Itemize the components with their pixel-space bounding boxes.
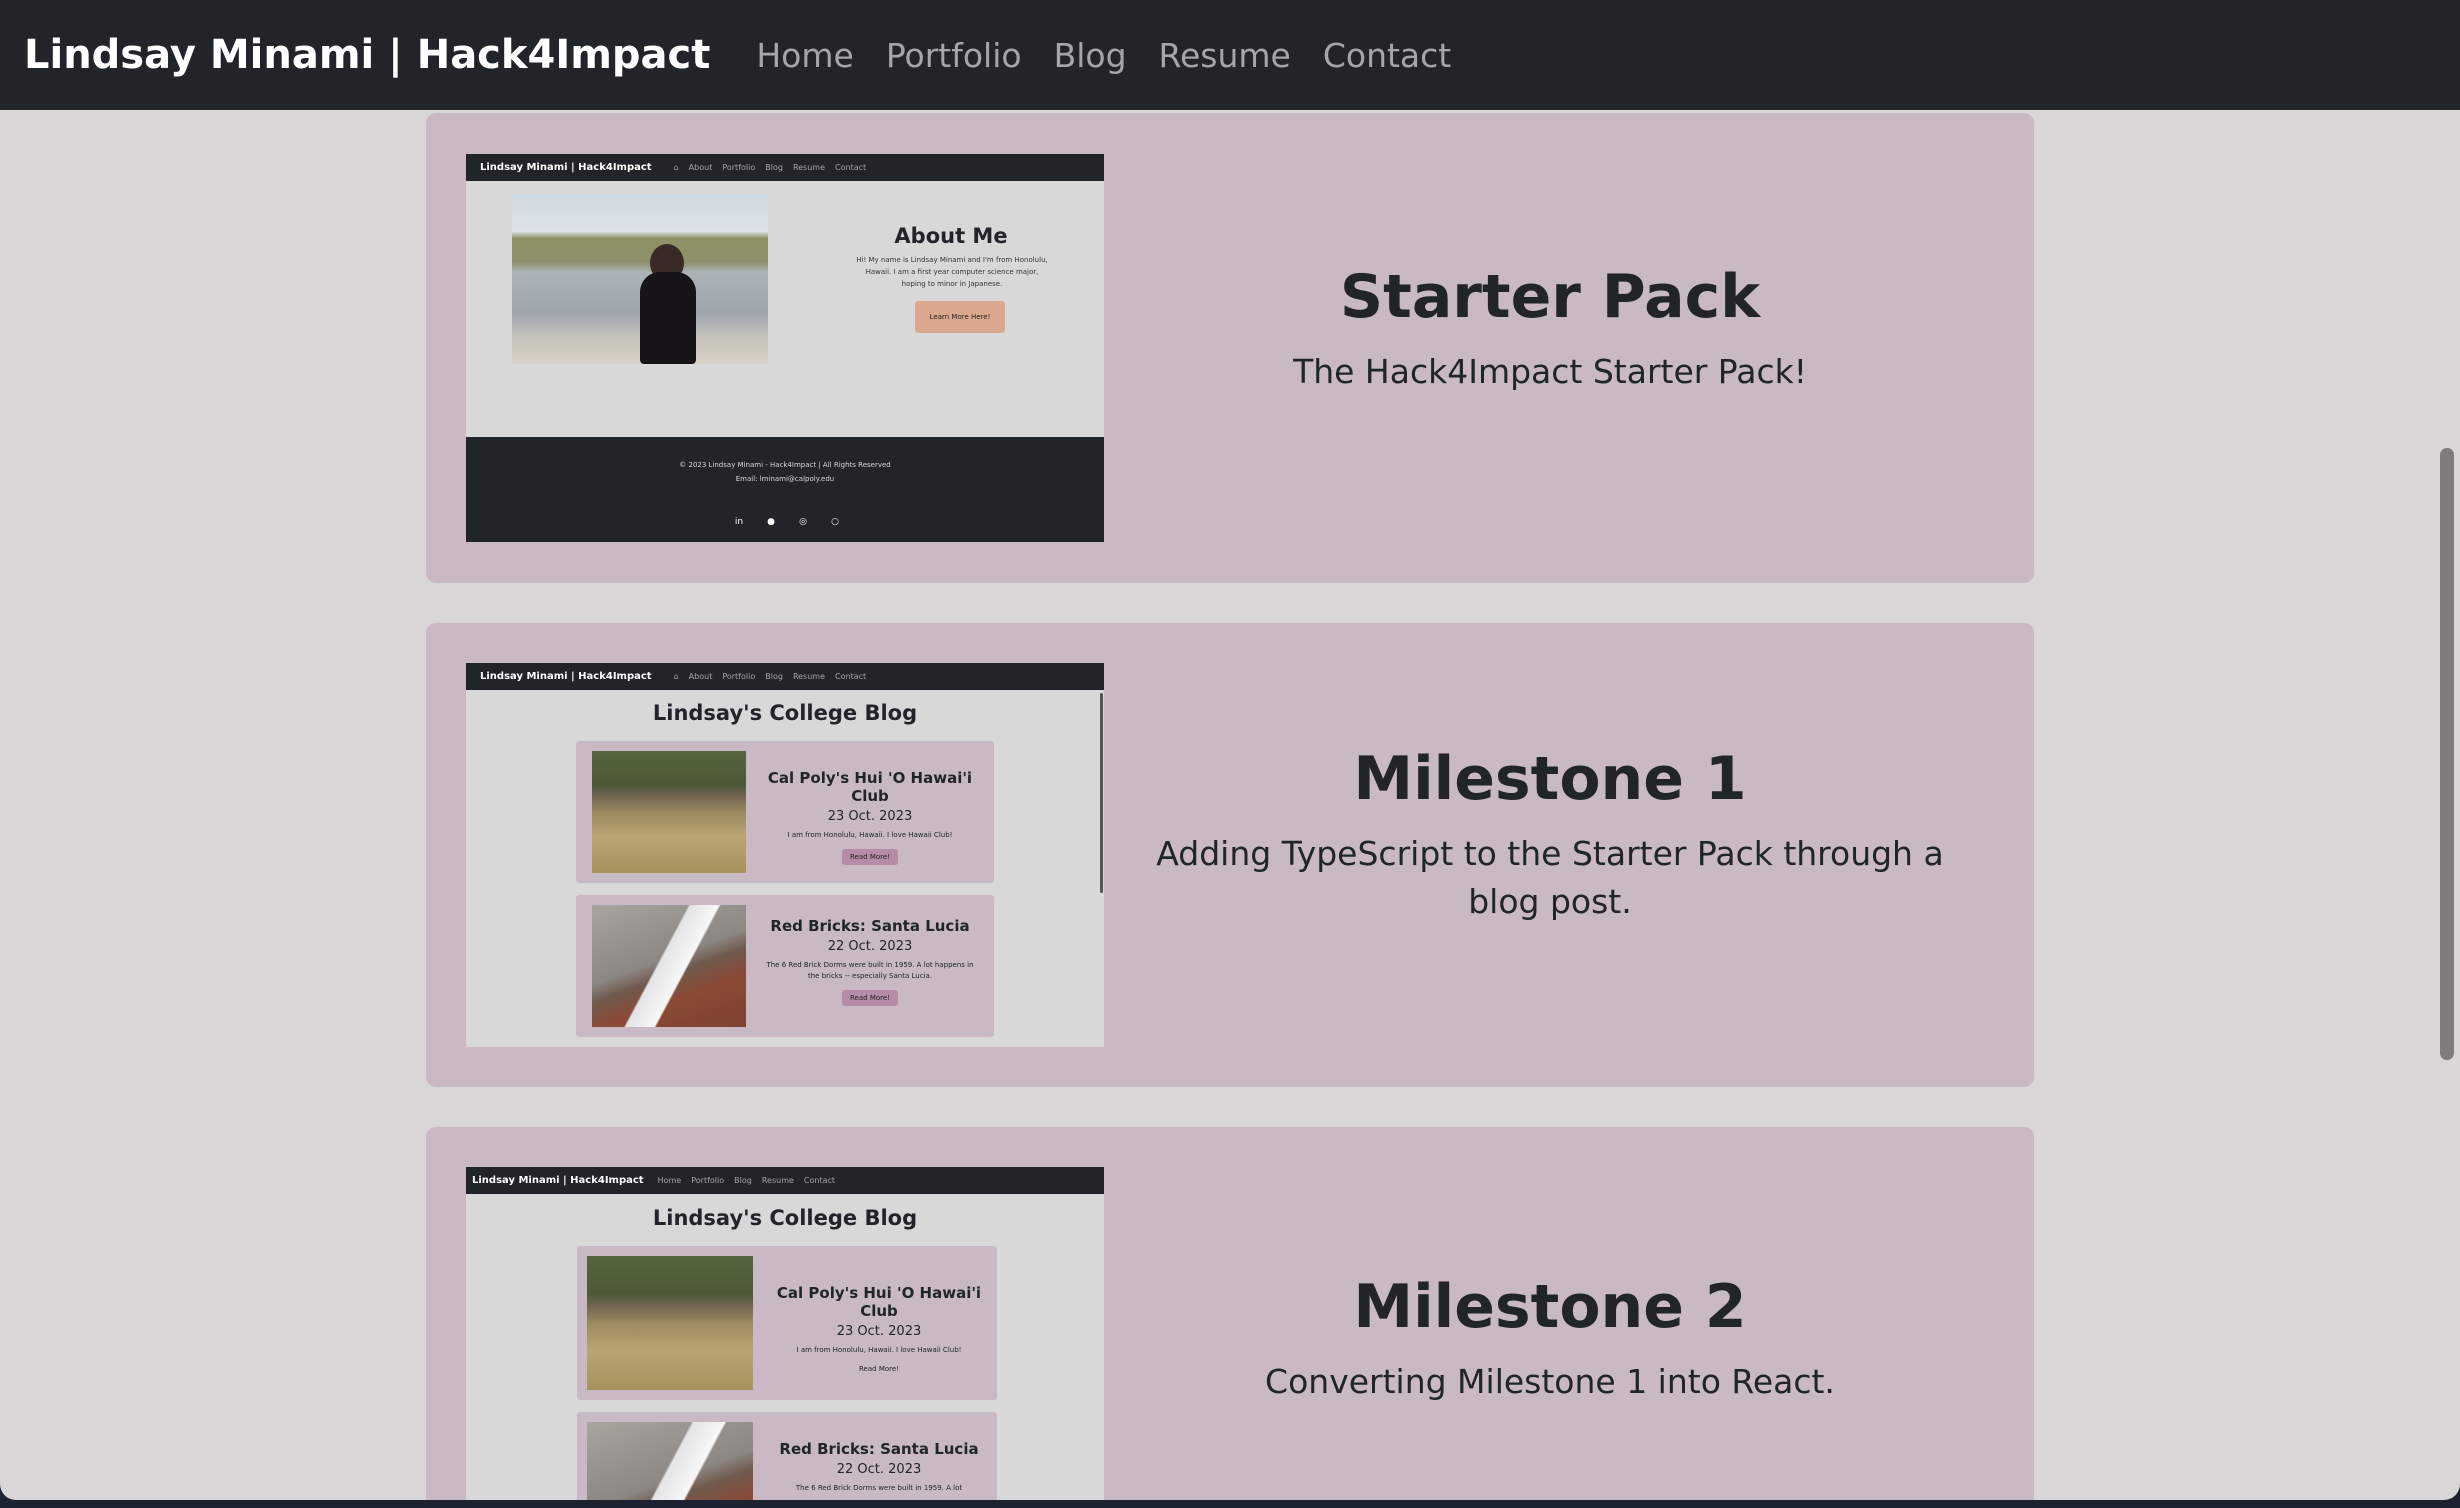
blog-post-card: Cal Poly's Hui 'O Hawai'i Club 23 Oct. 2… bbox=[577, 1246, 997, 1400]
nav-link-portfolio[interactable]: Portfolio bbox=[886, 36, 1022, 75]
card-subtitle: The Hack4Impact Starter Pack! bbox=[1293, 352, 1807, 391]
thumb-nav-link: Resume bbox=[761, 1176, 794, 1185]
nav-link-resume[interactable]: Resume bbox=[1159, 36, 1291, 75]
thumb-blog-title: Lindsay's College Blog bbox=[652, 1206, 918, 1230]
nav-link-home[interactable]: Home bbox=[756, 36, 853, 75]
thumb-nav-link: Home bbox=[657, 1176, 682, 1185]
thumb-learn-more-button: Learn More Here! bbox=[915, 301, 1005, 333]
profile-photo bbox=[512, 194, 768, 364]
post-image bbox=[592, 905, 746, 1027]
thumb-brand: Lindsay Minami | Hack4Impact bbox=[480, 671, 652, 682]
thumb-nav-link: Contact bbox=[835, 163, 867, 172]
nav-link-blog[interactable]: Blog bbox=[1054, 36, 1127, 75]
post-date: 23 Oct. 2023 bbox=[827, 809, 913, 824]
thumb-nav-link: Blog bbox=[765, 672, 783, 681]
instagram-icon: ◎ bbox=[799, 517, 807, 527]
card-title: Milestone 2 bbox=[1353, 1272, 1747, 1342]
thumb-nav-link: Contact bbox=[835, 672, 867, 681]
thumb-blog-title: Lindsay's College Blog bbox=[652, 701, 918, 725]
linkedin-icon: in bbox=[734, 517, 744, 527]
thumb-footer-copyright: © 2023 Lindsay Minami - Hack4Impact | Al… bbox=[679, 461, 891, 469]
post-text: Red Bricks: Santa Lucia 22 Oct. 2023 The… bbox=[752, 917, 988, 1006]
thumb-nav-link: About bbox=[688, 672, 713, 681]
post-date: 23 Oct. 2023 bbox=[836, 1324, 922, 1339]
post-title: Red Bricks: Santa Lucia bbox=[779, 1440, 979, 1458]
starter-pack-screenshot[interactable]: Lindsay Minami | Hack4Impact ⌂ About Por… bbox=[466, 154, 1104, 542]
nav-link-contact[interactable]: Contact bbox=[1323, 36, 1451, 75]
post-date: 22 Oct. 2023 bbox=[827, 939, 913, 954]
thumb-nav-link: Portfolio bbox=[722, 163, 756, 172]
thumb-home-icon: ⌂ bbox=[673, 672, 679, 681]
thumb-navbar: Lindsay Minami | Hack4Impact Home Portfo… bbox=[466, 1167, 1104, 1194]
photo-person-body bbox=[640, 272, 696, 364]
card-title: Starter Pack bbox=[1339, 262, 1761, 332]
card-title: Milestone 1 bbox=[1353, 744, 1747, 814]
post-image bbox=[587, 1256, 753, 1390]
post-title: Cal Poly's Hui 'O Hawai'i Club bbox=[776, 1284, 982, 1320]
spotify-icon: ● bbox=[767, 517, 775, 527]
github-icon: ○ bbox=[831, 517, 839, 527]
thumb-nav-link: Blog bbox=[765, 163, 783, 172]
post-desc: The 6 Red Brick Dorms were built in 1959… bbox=[795, 1484, 963, 1492]
post-desc: I am from Honolulu, Hawaii. I love Hawai… bbox=[796, 1346, 962, 1354]
post-image bbox=[587, 1422, 753, 1500]
navbar-brand[interactable]: Lindsay Minami | Hack4Impact bbox=[24, 32, 710, 78]
blog-post-card: Red Bricks: Santa Lucia 22 Oct. 2023 The… bbox=[576, 895, 994, 1037]
post-text: Red Bricks: Santa Lucia 22 Oct. 2023 The… bbox=[761, 1440, 997, 1494]
thumb-nav-link: Resume bbox=[792, 672, 826, 681]
thumb-footer-email: Email: lminami@calpoly.edu bbox=[735, 475, 835, 483]
card-subtitle: Converting Milestone 1 into React. bbox=[1265, 1362, 1835, 1401]
post-date: 22 Oct. 2023 bbox=[836, 1462, 922, 1477]
milestone-2-screenshot[interactable]: Lindsay Minami | Hack4Impact Home Portfo… bbox=[466, 1167, 1104, 1500]
thumb-footer: © 2023 Lindsay Minami - Hack4Impact | Al… bbox=[466, 437, 1104, 542]
thumb-home-icon: ⌂ bbox=[673, 163, 679, 172]
browser-viewport: Lindsay Minami | Hack4Impact Home Portfo… bbox=[0, 0, 2460, 1500]
starter-pack-text: Starter Pack The Hack4Impact Starter Pac… bbox=[1140, 262, 1960, 396]
post-text: Cal Poly's Hui 'O Hawai'i Club 23 Oct. 2… bbox=[752, 769, 988, 865]
thumb-brand: Lindsay Minami | Hack4Impact bbox=[480, 162, 652, 173]
milestone-2-text: Milestone 2 Converting Milestone 1 into … bbox=[1140, 1272, 1960, 1406]
milestone-1-screenshot[interactable]: Lindsay Minami | Hack4Impact ⌂ About Por… bbox=[466, 663, 1104, 1047]
thumb-about-heading: About Me bbox=[894, 224, 1008, 248]
thumb-nav-link: Blog bbox=[734, 1176, 752, 1185]
thumb-nav-link: About bbox=[688, 163, 713, 172]
post-desc: I am from Honolulu, Hawaii. I love Hawai… bbox=[787, 831, 953, 839]
thumb-social-icons: in ● ◎ ○ bbox=[732, 515, 842, 529]
post-image bbox=[592, 751, 746, 873]
thumb-nav-link: Portfolio bbox=[691, 1176, 725, 1185]
post-read-more-button: Read More! bbox=[842, 990, 898, 1006]
post-title: Cal Poly's Hui 'O Hawai'i Club bbox=[767, 769, 973, 805]
card-subtitle: Adding TypeScript to the Starter Pack th… bbox=[1156, 834, 1944, 921]
thumb-about-text: Hi! My name is Lindsay Minami and I'm fr… bbox=[856, 256, 1048, 288]
page-scrollbar-thumb[interactable] bbox=[2440, 448, 2454, 1060]
top-navbar: Lindsay Minami | Hack4Impact Home Portfo… bbox=[0, 0, 2460, 110]
milestone-1-text: Milestone 1 Adding TypeScript to the Sta… bbox=[1140, 744, 1960, 926]
thumb-nav-link: Contact bbox=[803, 1176, 836, 1185]
thumb-navbar: Lindsay Minami | Hack4Impact ⌂ About Por… bbox=[466, 154, 1104, 181]
post-title: Red Bricks: Santa Lucia bbox=[770, 917, 970, 935]
thumb-brand: Lindsay Minami | Hack4Impact bbox=[472, 1175, 644, 1186]
blog-post-card: Red Bricks: Santa Lucia 22 Oct. 2023 The… bbox=[577, 1412, 997, 1500]
post-read-more-button: Read More! bbox=[842, 849, 898, 865]
post-text: Cal Poly's Hui 'O Hawai'i Club 23 Oct. 2… bbox=[761, 1284, 997, 1375]
thumb-navbar: Lindsay Minami | Hack4Impact ⌂ About Por… bbox=[466, 663, 1104, 690]
post-desc: The 6 Red Brick Dorms were built in 1959… bbox=[766, 961, 974, 980]
blog-post-card: Cal Poly's Hui 'O Hawai'i Club 23 Oct. 2… bbox=[576, 741, 994, 883]
thumb-nav-link: Resume bbox=[792, 163, 826, 172]
thumb-nav-link: Portfolio bbox=[722, 672, 756, 681]
post-read-more-link: Read More! bbox=[859, 1365, 899, 1373]
